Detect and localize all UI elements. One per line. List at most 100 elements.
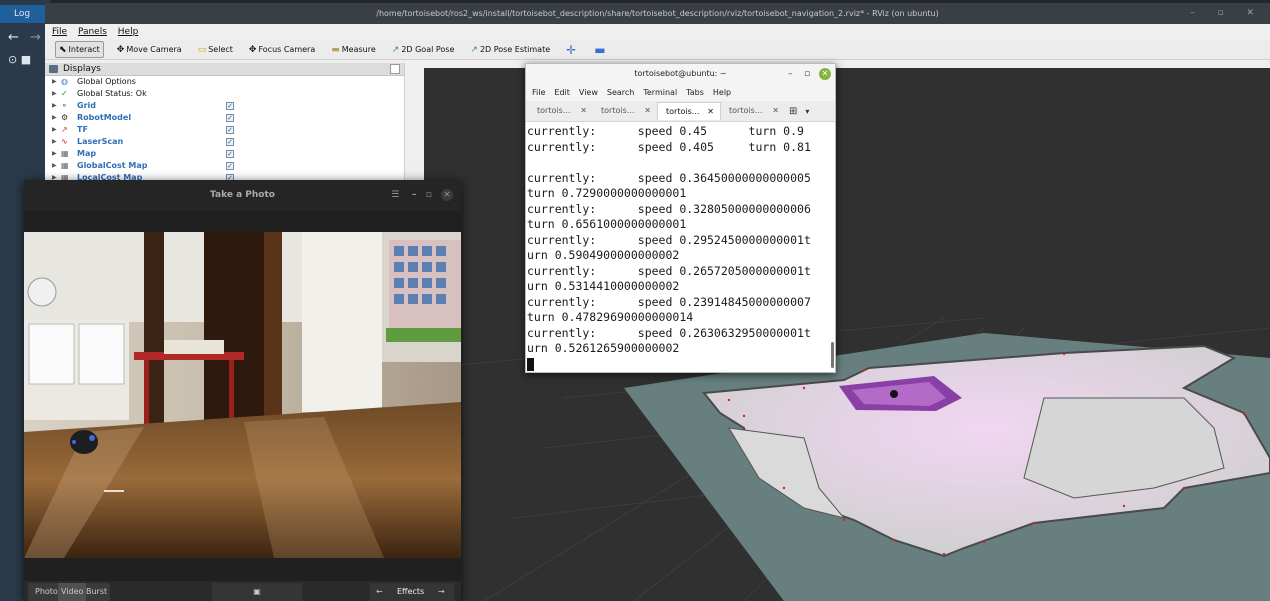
- photo-mode-button[interactable]: Photo: [35, 583, 58, 601]
- desktop: Log ← → ⊙ ■ /home/tortoisebot/ros2_ws/in…: [0, 0, 1270, 601]
- expand-arrow-icon[interactable]: ▶: [52, 88, 57, 100]
- terminal-menu-item[interactable]: Terminal: [643, 88, 677, 97]
- video-mode-button[interactable]: Video: [58, 583, 87, 601]
- new-tab-icon[interactable]: ⊞: [789, 106, 797, 117]
- arrow-icon: ↗: [470, 44, 478, 55]
- menu-help[interactable]: Help: [118, 27, 139, 37]
- terminal-menu-item[interactable]: File: [532, 88, 545, 97]
- display-item-label: LaserScan: [77, 137, 124, 146]
- rviz-title: /home/tortoisebot/ros2_ws/install/tortoi…: [376, 9, 939, 18]
- minus-icon: ▬: [594, 42, 606, 57]
- toolbar-icons[interactable]: ⊙ ■: [8, 53, 31, 66]
- focus-camera-tool-button[interactable]: ✥ Focus Camera: [246, 41, 318, 58]
- terminal-window: tortoisebot@ubuntu: ~ – ▫ ✕ File Edit View…: [525, 63, 836, 373]
- menu-icon[interactable]: ☰: [391, 190, 399, 200]
- terminal-tab[interactable]: tortois... ✕: [593, 102, 657, 120]
- display-item[interactable]: ▶ ↗ TF ✓: [45, 124, 404, 136]
- check-icon: ✓: [61, 89, 68, 98]
- display-item[interactable]: ▶ ⚬ Grid ✓: [45, 100, 404, 112]
- display-checkbox[interactable]: ✓: [226, 138, 234, 146]
- terminal-output[interactable]: currently: speed 0.45 turn 0.9 currently:…: [526, 122, 835, 372]
- display-item[interactable]: ▶ ✓ Global Status: Ok: [45, 88, 404, 100]
- display-item[interactable]: ▶ ⚙ RobotModel ✓: [45, 112, 404, 124]
- display-checkbox[interactable]: ✓: [226, 114, 234, 122]
- terminal-window-controls: – ▫ ✕: [788, 64, 831, 84]
- display-item-label: Map: [77, 149, 97, 158]
- close-icon[interactable]: ✕: [819, 67, 831, 80]
- robot-marker: [890, 390, 898, 398]
- close-tab-icon[interactable]: ✕: [772, 102, 779, 120]
- terminal-menu-item[interactable]: Edit: [554, 88, 570, 97]
- terminal-menu-item[interactable]: Tabs: [686, 88, 704, 97]
- close-icon[interactable]: ✕: [441, 189, 453, 201]
- terminal-line: currently: speed 0.45 turn 0.9: [527, 124, 804, 138]
- goal-pose-tool-button[interactable]: ↗ 2D Goal Pose: [389, 41, 458, 58]
- display-item[interactable]: ▶ ◍ Global Options: [45, 76, 404, 88]
- terminal-line: currently: speed 0.32805000000000006: [527, 201, 811, 216]
- display-checkbox[interactable]: ✓: [226, 102, 234, 110]
- terminal-menubar: File Edit View Search Terminal Tabs Help: [526, 84, 835, 101]
- grid-icon: ⚬: [61, 101, 68, 110]
- close-tab-icon[interactable]: ✕: [580, 102, 587, 120]
- expand-arrow-icon[interactable]: ▶: [52, 124, 57, 136]
- expand-arrow-icon[interactable]: ▶: [52, 160, 57, 172]
- display-checkbox[interactable]: ✓: [226, 126, 234, 134]
- remove-tool-button[interactable]: ▬: [591, 41, 610, 58]
- terminal-scrollbar[interactable]: [831, 342, 834, 368]
- rviz-menubar: File Panels Help: [45, 24, 1270, 40]
- maximize-icon[interactable]: ▫: [804, 69, 810, 79]
- pose-estimate-tool-button[interactable]: ↗ 2D Pose Estimate: [467, 41, 553, 58]
- undock-button[interactable]: [390, 64, 400, 74]
- terminal-tab[interactable]: tortois... ✕: [721, 102, 785, 120]
- terminal-title: tortoisebot@ubuntu: ~: [634, 69, 727, 78]
- arrow-left-icon[interactable]: ←: [376, 583, 383, 601]
- expand-arrow-icon[interactable]: ▶: [52, 112, 57, 124]
- display-item[interactable]: ▶ ▦ Map ✓: [45, 148, 404, 160]
- menu-file[interactable]: File: [52, 27, 67, 37]
- camera-title-bar: Take a Photo ☰ – ▫ ✕: [24, 180, 461, 211]
- expand-arrow-icon[interactable]: ▶: [52, 76, 57, 88]
- move-camera-tool-button[interactable]: ✥ Move Camera: [114, 41, 185, 58]
- terminal-menu-item[interactable]: Help: [713, 88, 731, 97]
- map-icon: ▦: [61, 149, 69, 158]
- window-controls[interactable]: – ▫ ✕: [1190, 3, 1264, 24]
- terminal-tab[interactable]: tortois... ✕: [657, 102, 721, 120]
- display-item-label: Grid: [77, 101, 96, 110]
- menu-panels[interactable]: Panels: [78, 27, 107, 37]
- interact-tool-button[interactable]: ⬉ Interact: [55, 41, 104, 58]
- close-tab-icon[interactable]: ✕: [707, 103, 714, 121]
- expand-arrow-icon[interactable]: ▶: [52, 136, 57, 148]
- effects-button[interactable]: Effects: [397, 583, 424, 601]
- measure-tool-button[interactable]: ▬ Measure: [328, 41, 379, 58]
- display-item[interactable]: ▶ ∿ LaserScan ✓: [45, 136, 404, 148]
- terminal-tab-label: tortois...: [537, 106, 571, 115]
- display-item[interactable]: ▶ ▦ GlobalCost Map ✓: [45, 160, 404, 172]
- expand-arrow-icon[interactable]: ▶: [52, 100, 57, 112]
- chevron-down-icon[interactable]: ▾: [805, 107, 809, 116]
- burst-mode-button[interactable]: Burst: [86, 583, 107, 601]
- terminal-tab-bar: tortois... ✕ tortois... ✕ tortois... ✕ tortois…: [526, 101, 835, 122]
- terminal-tab[interactable]: tortois... ✕: [529, 102, 593, 120]
- arrow-left-icon[interactable]: ←: [8, 30, 19, 45]
- background-tab[interactable]: Log: [0, 5, 50, 23]
- display-checkbox[interactable]: ✓: [226, 150, 234, 158]
- maximize-icon[interactable]: ▫: [426, 190, 432, 200]
- minimize-icon[interactable]: –: [788, 69, 793, 79]
- terminal-menu-item[interactable]: Search: [607, 88, 634, 97]
- terminal-lines: currently: speed 0.45 turn 0.9 currently:…: [527, 124, 835, 357]
- expand-arrow-icon[interactable]: ▶: [52, 148, 57, 160]
- terminal-line: urn 0.5261265900000002: [527, 341, 680, 355]
- terminal-menu-item[interactable]: View: [579, 88, 598, 97]
- select-tool-button[interactable]: ▭ Select: [195, 41, 236, 58]
- take-photo-button[interactable]: ▣: [212, 583, 302, 601]
- minimize-icon[interactable]: –: [412, 190, 417, 200]
- arrow-right-icon[interactable]: →: [438, 583, 445, 601]
- close-tab-icon[interactable]: ✕: [644, 102, 651, 120]
- tf-icon: ↗: [61, 125, 68, 134]
- display-item-label: Global Options: [77, 77, 136, 86]
- plus-icon: ✛: [566, 42, 577, 57]
- display-checkbox[interactable]: ✓: [226, 162, 234, 170]
- display-item-label: Global Status: Ok: [77, 89, 147, 98]
- add-tool-button[interactable]: ✛: [563, 41, 581, 58]
- arrow-right-icon[interactable]: →: [30, 30, 41, 45]
